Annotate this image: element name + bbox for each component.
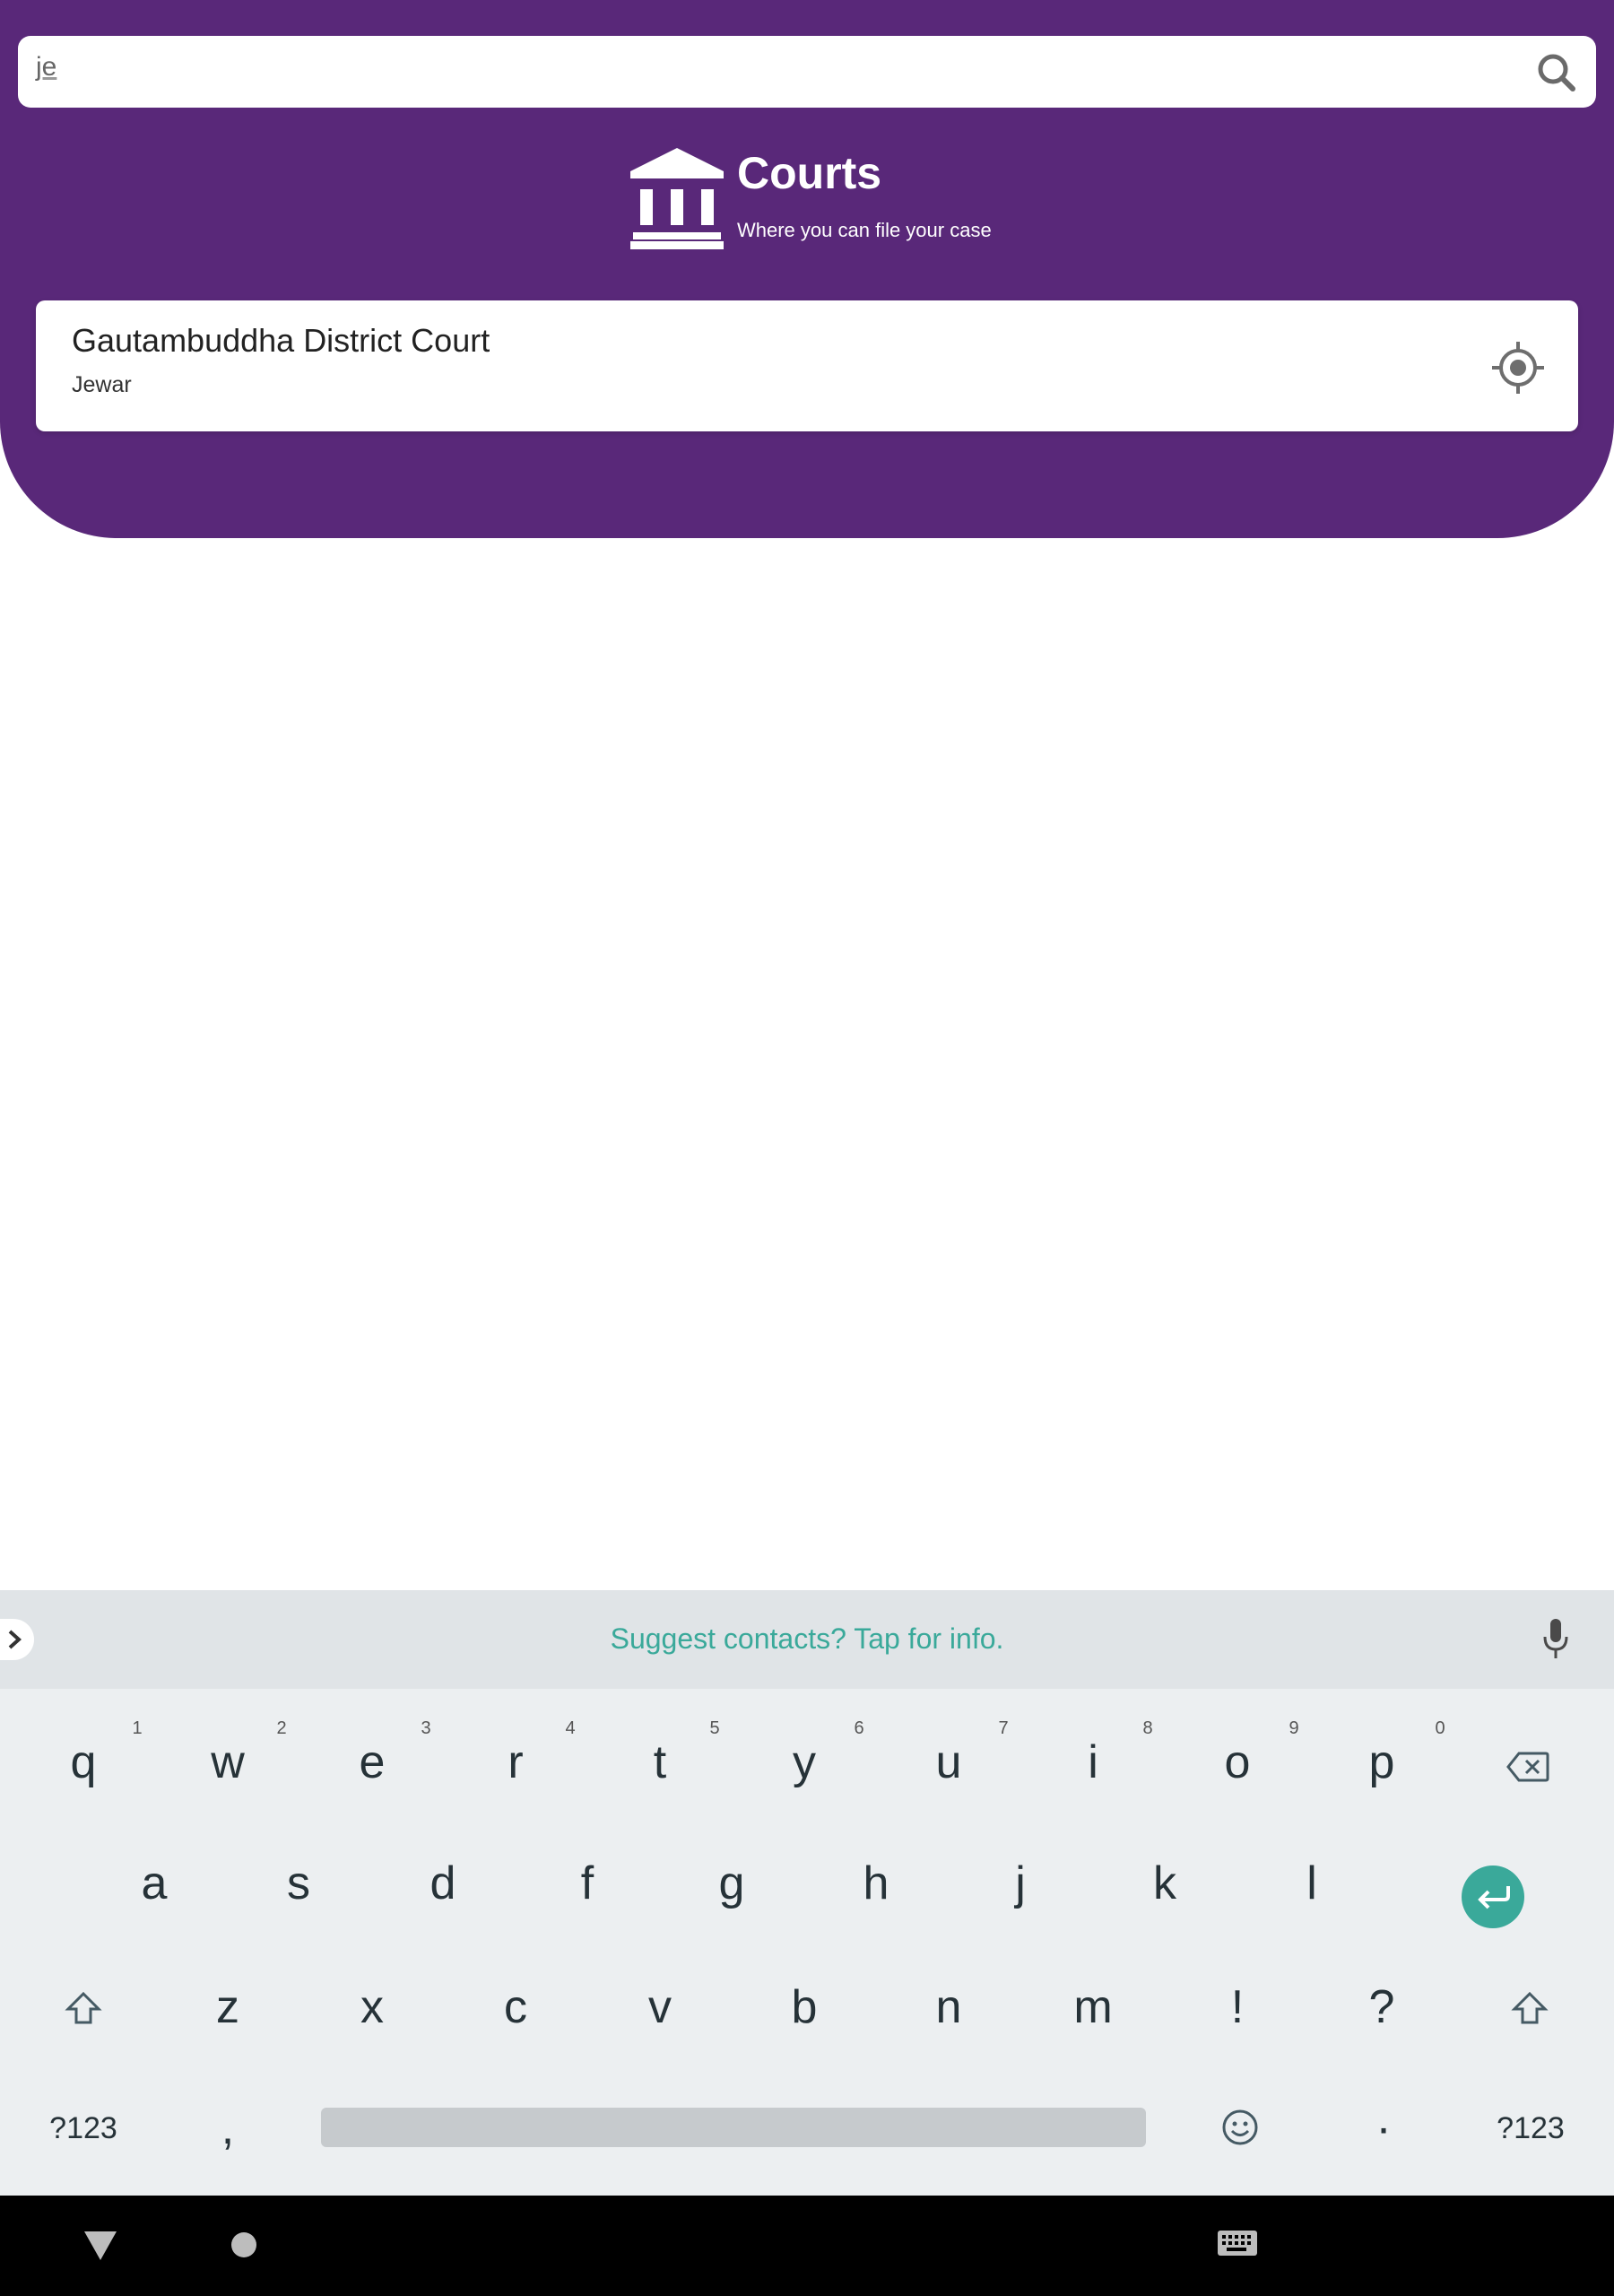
home-circle-icon[interactable] — [230, 2231, 257, 2258]
key-hint: 0 — [1435, 1718, 1445, 1738]
key-f[interactable]: f — [534, 1834, 641, 1933]
key-comma[interactable]: , — [174, 2079, 282, 2178]
system-navigation-bar — [0, 2196, 1614, 2296]
court-location: Jewar — [72, 372, 132, 397]
courthouse-icon — [630, 148, 724, 249]
key-hint: 3 — [421, 1718, 431, 1738]
key-question[interactable]: ? — [1328, 1958, 1436, 2057]
key-w[interactable]: w — [174, 1713, 282, 1812]
key-i[interactable]: i — [1039, 1713, 1147, 1812]
key-n[interactable]: n — [895, 1958, 1002, 2057]
key-exclamation[interactable]: ! — [1184, 1958, 1291, 2057]
symbols-key[interactable]: ?123 — [30, 2079, 137, 2178]
key-hint: 1 — [132, 1718, 143, 1738]
key-hint: 9 — [1289, 1718, 1299, 1738]
microphone-icon[interactable] — [1540, 1617, 1571, 1660]
enter-arrow-icon — [1478, 1886, 1510, 1909]
key-hint: 4 — [565, 1718, 576, 1738]
page-subtitle: Where you can file your case — [737, 219, 992, 241]
key-c[interactable]: c — [462, 1958, 569, 2057]
page-title: Courts — [737, 148, 882, 198]
emoji-icon[interactable] — [1221, 2109, 1259, 2146]
key-p[interactable]: p — [1328, 1713, 1436, 1812]
key-hint: 8 — [1142, 1718, 1153, 1738]
search-icon[interactable] — [1535, 51, 1576, 92]
shift-icon[interactable] — [65, 1991, 102, 2025]
key-y[interactable]: y — [751, 1713, 858, 1812]
key-hint: 6 — [854, 1718, 864, 1738]
key-d[interactable]: d — [389, 1834, 497, 1933]
key-l[interactable]: l — [1258, 1834, 1366, 1933]
key-g[interactable]: g — [678, 1834, 785, 1933]
shift-icon[interactable] — [1511, 1991, 1549, 2025]
key-m[interactable]: m — [1039, 1958, 1147, 2057]
key-q[interactable]: q — [30, 1713, 137, 1812]
suggestion-strip: Suggest contacts? Tap for info. — [0, 1590, 1614, 1689]
key-s[interactable]: s — [245, 1834, 352, 1933]
enter-button[interactable] — [1462, 1866, 1524, 1928]
key-period[interactable]: · — [1330, 2079, 1437, 2178]
symbols-key[interactable]: ?123 — [1477, 2079, 1584, 2178]
key-hint: 2 — [276, 1718, 287, 1738]
key-k[interactable]: k — [1111, 1834, 1219, 1933]
key-z[interactable]: z — [174, 1958, 282, 2057]
key-hint: 5 — [709, 1718, 720, 1738]
suggestion-text[interactable]: Suggest contacts? Tap for info. — [0, 1622, 1614, 1656]
keyboard-switch-icon[interactable] — [1217, 2230, 1258, 2260]
key-o[interactable]: o — [1184, 1713, 1291, 1812]
court-name: Gautambuddha District Court — [72, 322, 490, 359]
key-a[interactable]: a — [100, 1834, 208, 1933]
key-j[interactable]: j — [967, 1834, 1074, 1933]
key-x[interactable]: x — [318, 1958, 426, 2057]
key-u[interactable]: u — [895, 1713, 1002, 1812]
space-bar[interactable] — [321, 2108, 1146, 2147]
search-input[interactable]: je — [36, 52, 56, 83]
court-card[interactable]: Gautambuddha District Court Jewar — [36, 300, 1578, 431]
key-e[interactable]: e — [318, 1713, 426, 1812]
search-bar[interactable]: je — [18, 36, 1596, 108]
header-background: je Courts Where you can file your case G… — [0, 0, 1614, 538]
key-v[interactable]: v — [606, 1958, 714, 2057]
key-hint: 7 — [998, 1718, 1009, 1738]
key-b[interactable]: b — [751, 1958, 858, 2057]
back-triangle-icon[interactable] — [84, 2231, 117, 2260]
location-target-icon[interactable] — [1492, 342, 1544, 394]
key-t[interactable]: t — [606, 1713, 714, 1812]
key-h[interactable]: h — [822, 1834, 930, 1933]
backspace-icon[interactable] — [1506, 1752, 1549, 1782]
key-r[interactable]: r — [462, 1713, 569, 1812]
